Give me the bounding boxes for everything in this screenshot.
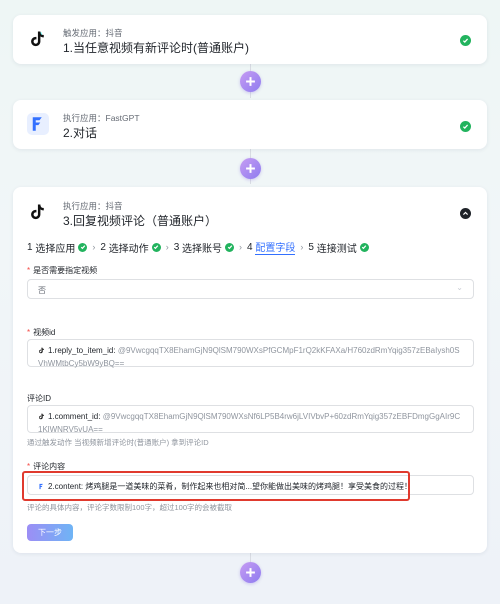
success-check-icon (225, 242, 235, 252)
field-label-video-id: * 视频id (27, 328, 56, 337)
highlight-annotation-box (22, 471, 410, 501)
next-step-button[interactable]: 下一步 (27, 524, 73, 541)
step-card-3: 执行应用：抖音 3.回复视频评论（普通账户） 1 选择应用 › 2 选择动作 ›… (13, 187, 487, 553)
step-title: 3.回复视频评论（普通账户） (63, 214, 218, 228)
douyin-icon (38, 346, 45, 358)
stepper-item-2[interactable]: 2 选择动作 (100, 240, 161, 255)
step-app-tag: 执行应用：抖音 (63, 201, 123, 211)
douyin-icon (27, 201, 49, 223)
success-check-icon (78, 242, 88, 252)
add-step-button[interactable] (240, 71, 261, 92)
douyin-icon (38, 412, 45, 424)
stepper-item-5[interactable]: 5 连接测试 (308, 240, 369, 255)
comment-id-hint: 通过触发动作 当视频新增评论时(普通账户) 拿到评论ID (27, 438, 209, 447)
chevron-down-icon: ⌄ (456, 283, 463, 292)
select-value: 否 (38, 286, 46, 295)
comment-id-input[interactable]: 1.comment_id: @9VwcgqqTX8EhamGjN9QlSM790… (27, 405, 474, 434)
video-id-input[interactable]: 1.reply_to_item_id: @9VwcgqqTX8EhamGjN9Q… (27, 339, 474, 368)
token-key: 1.reply_to_item_id: (48, 346, 116, 355)
config-stepper: 1 选择应用 › 2 选择动作 › 3 选择账号 › 4 配置字段 › 5 连接… (27, 239, 369, 255)
chevron-right-icon: › (92, 242, 96, 252)
success-check-icon (151, 242, 161, 252)
stepper-item-4[interactable]: 4 配置字段 (247, 239, 296, 255)
comment-content-hint: 评论的具体内容，评论字数限制100字，超过100字的会被截取 (27, 503, 233, 512)
fastgpt-icon (27, 113, 49, 135)
step-card-1[interactable]: 触发应用：抖音 1.当任意视频有新评论时(普通账户) (13, 15, 487, 64)
collapse-chevron-up-icon[interactable] (460, 208, 471, 219)
chevron-right-icon: › (165, 242, 169, 252)
chevron-right-icon: › (239, 242, 243, 252)
success-check-icon (460, 35, 471, 46)
step-card-2[interactable]: 执行应用：FastGPT 2.对话 (13, 100, 487, 149)
step-title: 2.对话 (63, 126, 98, 140)
stepper-item-3[interactable]: 3 选择账号 (174, 240, 235, 255)
chevron-right-icon: › (300, 242, 304, 252)
douyin-icon (27, 28, 49, 50)
field-label-comment-id: 评论ID (27, 394, 51, 403)
specify-video-select[interactable]: 否 ⌄ (27, 279, 474, 299)
stepper-item-1[interactable]: 1 选择应用 (27, 240, 88, 255)
field-label-specify-video: * 是否需要指定视频 (27, 266, 98, 275)
add-step-button[interactable] (240, 562, 261, 583)
success-check-icon (460, 121, 471, 132)
step-app-tag: 执行应用：FastGPT (63, 113, 140, 123)
token-key: 1.comment_id: (48, 412, 101, 421)
step-title: 1.当任意视频有新评论时(普通账户) (63, 41, 250, 55)
token-value: @9VwcgqqTX8EhamGjN9QlSM790WXsNf6LP5B4rw6… (38, 412, 461, 434)
success-check-icon (359, 242, 369, 252)
add-step-button[interactable] (240, 158, 261, 179)
step-app-tag: 触发应用：抖音 (63, 28, 123, 38)
